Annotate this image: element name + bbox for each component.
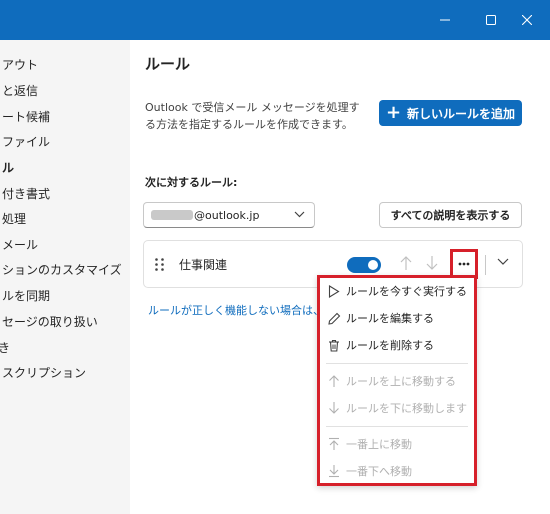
menu-item-label: ルールを下に移動します — [346, 402, 467, 415]
play-icon — [326, 283, 342, 299]
sidebar-item-sweep[interactable]: 処理 — [2, 206, 26, 232]
toggle-knob — [368, 260, 378, 270]
rule-enabled-toggle[interactable] — [347, 257, 381, 273]
sidebar-item-compose-reply[interactable]: と返信 — [2, 78, 38, 104]
menu-item-label: ルールを削除する — [346, 339, 434, 352]
rules-help-link[interactable]: ルールが正しく機能しない場合は、診 — [148, 302, 335, 318]
row-divider — [485, 255, 486, 275]
rules-for-label: 次に対するルール: — [145, 176, 238, 189]
page-title: ルール — [145, 55, 191, 73]
redacted-account-name — [151, 210, 193, 220]
sidebar-item-rules[interactable]: ル — [2, 155, 14, 181]
drag-handle-icon[interactable] — [155, 258, 164, 271]
menu-item-label: ルールを今すぐ実行する — [346, 285, 467, 298]
account-select-value: @outlook.jp — [194, 208, 260, 222]
menu-item-move-down[interactable]: ルールを下に移動します — [320, 395, 474, 421]
arrow-down-icon — [326, 400, 342, 416]
move-up-arrow-icon[interactable] — [400, 255, 412, 271]
settings-sidebar: アウト と返信 ート候補 ファイル ル 付き書式 処理 メール ションのカスタマ… — [0, 40, 130, 514]
menu-item-move-up[interactable]: ルールを上に移動する — [320, 368, 474, 394]
menu-separator — [326, 363, 468, 364]
sidebar-item-attachments[interactable]: ファイル — [2, 129, 50, 155]
chevron-down-icon — [294, 211, 305, 218]
maximize-icon — [486, 15, 496, 25]
menu-item-move-to-bottom[interactable]: 一番下へ移動 — [320, 458, 474, 484]
menu-item-label: 一番上に移動 — [346, 438, 412, 451]
more-horizontal-icon — [458, 262, 470, 266]
close-window-button[interactable] — [504, 0, 550, 40]
rules-description: Outlook で受信メール メッセージを処理する方法を指定するルールを作成でき… — [145, 101, 360, 131]
arrow-to-bottom-icon — [326, 463, 342, 479]
close-icon — [522, 15, 532, 25]
plus-icon: + — [385, 102, 402, 123]
menu-item-run-now[interactable]: ルールを今すぐ実行する — [320, 278, 474, 304]
add-rule-label: 新しいルールを追加 — [407, 106, 516, 121]
move-down-arrow-icon[interactable] — [426, 255, 438, 271]
minimize-icon — [440, 19, 450, 21]
sidebar-item-junk-email[interactable]: メール — [2, 232, 38, 258]
menu-item-label: ルールを編集する — [346, 312, 434, 325]
menu-separator — [326, 426, 468, 427]
sidebar-item-forwarding[interactable]: き — [0, 335, 10, 361]
rule-context-menu: ルールを今すぐ実行する ルールを編集する ルールを削除する ルールを上に移動する… — [317, 275, 477, 486]
sidebar-item-sync-email[interactable]: ルを同期 — [2, 283, 50, 309]
minimize-button[interactable] — [422, 0, 468, 40]
add-rule-button[interactable]: + 新しいルールを追加 — [379, 100, 522, 126]
title-bar — [0, 0, 550, 40]
sidebar-item-customize-actions[interactable]: ションのカスタマイズ — [2, 257, 122, 283]
account-select[interactable]: @outlook.jp — [143, 202, 315, 228]
arrow-to-top-icon — [326, 436, 342, 452]
sidebar-item-subscriptions[interactable]: スクリプション — [2, 360, 86, 386]
menu-item-edit-rule[interactable]: ルールを編集する — [320, 305, 474, 331]
menu-item-delete-rule[interactable]: ルールを削除する — [320, 332, 474, 358]
expand-chevron-icon[interactable] — [497, 258, 509, 266]
trash-icon — [326, 337, 342, 353]
pencil-icon — [326, 310, 342, 326]
sidebar-item-smart-suggestions[interactable]: ート候補 — [2, 104, 50, 130]
arrow-up-icon — [326, 373, 342, 389]
sidebar-item-layout[interactable]: アウト — [2, 52, 38, 78]
rule-name: 仕事関連 — [179, 258, 228, 272]
menu-item-label: ルールを上に移動する — [346, 375, 456, 388]
sidebar-item-message-handling[interactable]: セージの取り扱い — [2, 309, 98, 335]
menu-item-label: 一番下へ移動 — [346, 465, 412, 478]
menu-item-move-to-top[interactable]: 一番上に移動 — [320, 431, 474, 457]
sidebar-item-conditional-formatting[interactable]: 付き書式 — [2, 181, 50, 207]
show-all-descriptions-button[interactable]: すべての説明を表示する — [379, 202, 522, 228]
